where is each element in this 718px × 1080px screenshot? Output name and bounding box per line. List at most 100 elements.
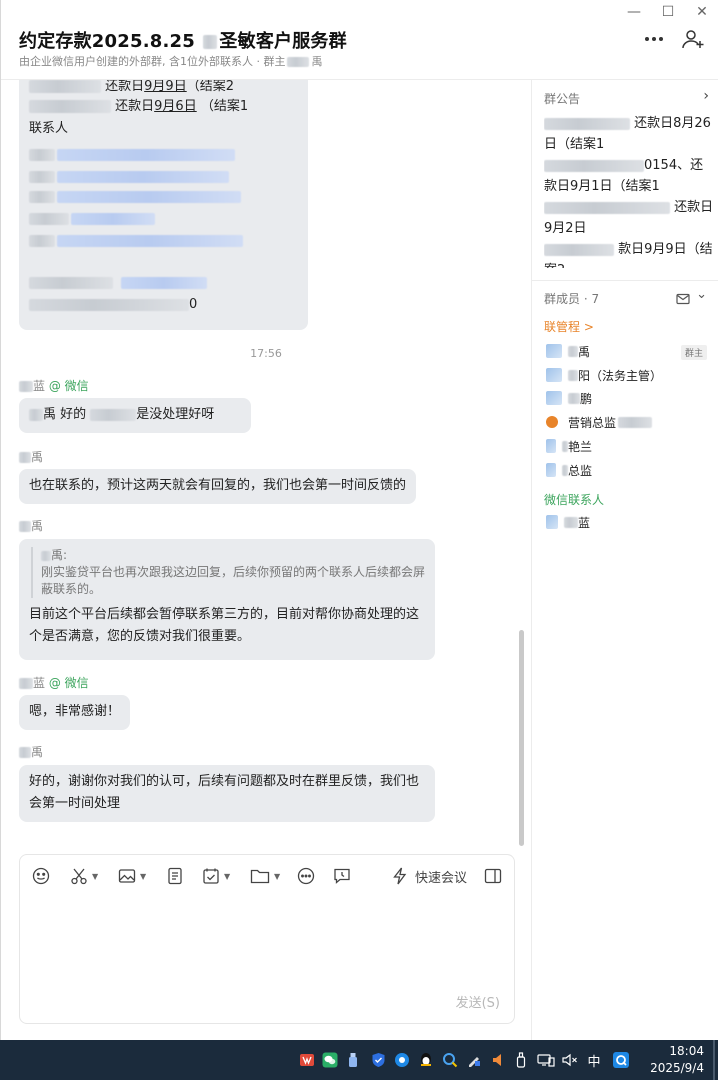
member-item[interactable]: 禹 — [546, 341, 590, 361]
member-item[interactable]: 阳（法务主管） — [546, 365, 662, 385]
member-item[interactable]: 总监 — [546, 460, 592, 480]
message-list[interactable]: 还款日9月9日（结案2 还款日9月6日 （结案1 联系人 0 17:56 蓝 @… — [1, 80, 531, 850]
more-options-button[interactable] — [641, 28, 667, 50]
todo-button[interactable]: ▼ — [202, 863, 230, 889]
wechat-tray-icon[interactable] — [321, 1040, 339, 1080]
system-clock[interactable]: 18:04 2025/9/4 — [650, 1043, 704, 1077]
more-circle-icon — [297, 867, 315, 885]
add-member-button[interactable] — [680, 28, 706, 50]
show-desktop-button[interactable] — [713, 1040, 715, 1080]
speaker-muted-icon[interactable] — [561, 1040, 579, 1080]
emoji-button[interactable] — [32, 863, 50, 889]
toggle-sidebar-button[interactable] — [484, 863, 502, 889]
blurred-name — [562, 440, 568, 452]
members-title[interactable]: 群成员 · 7 — [544, 290, 599, 307]
wechat-source-label: @ 微信 — [48, 676, 89, 690]
pen-tray-icon[interactable] — [465, 1040, 483, 1080]
sender-name[interactable]: 禹 — [19, 448, 43, 465]
message-bubble[interactable]: 也在联系的，预计这两天就会有回复的，我们也会第一时间反馈的 — [19, 469, 416, 504]
message-composer[interactable]: ▼ ▼ ▼ ▼ 快速会议 发送(S) — [19, 854, 515, 1024]
notice-line: 0154、还款日9月1日（结案1 — [544, 155, 714, 197]
qq-tray-icon[interactable] — [417, 1040, 435, 1080]
member-name: 禹 — [578, 344, 591, 359]
usb-tray-icon[interactable] — [345, 1040, 361, 1080]
blurred-name — [564, 516, 578, 528]
document-button[interactable] — [166, 863, 184, 889]
mail-icon[interactable] — [676, 290, 690, 309]
message-bubble[interactable]: 禹 好的 是没处理好呀 — [19, 398, 251, 433]
caret-down-icon[interactable]: ▼ — [224, 872, 230, 881]
notice-line: 还款日9月2日 — [544, 197, 714, 239]
blurred-text — [29, 276, 113, 289]
collapse-chevron-icon[interactable]: ⌄ — [696, 287, 707, 302]
quick-meeting-label: 快速会议 — [415, 870, 468, 886]
search-tray-icon[interactable] — [441, 1040, 459, 1080]
folder-icon — [250, 869, 270, 884]
document-icon — [168, 867, 182, 885]
lianguan-link[interactable]: 联管程 > — [544, 318, 594, 335]
sender-name[interactable]: 蓝 @ 微信 — [19, 674, 89, 691]
checklist-icon — [203, 868, 219, 884]
sender-name[interactable]: 禹 — [19, 743, 43, 760]
message-bubble[interactable]: 好的，谢谢你对我们的认可，后续有问题都及时在群里反馈，我们也会第一时间处理 — [19, 765, 435, 822]
blurred-line — [29, 230, 243, 252]
group-notice-content[interactable]: 还款日8月26日（结案1 0154、还款日9月1日（结案1 还款日9月2日 款日… — [544, 113, 714, 268]
group-info-panel: 群公告 › 还款日8月26日（结案1 0154、还款日9月1日（结案1 还款日9… — [531, 80, 718, 1040]
more-tools-button[interactable] — [297, 863, 315, 889]
owner-badge: 群主 — [680, 345, 707, 360]
chevron-right-icon[interactable]: › — [703, 88, 709, 104]
blurred-name — [19, 678, 33, 689]
send-button[interactable]: 发送(S) — [456, 992, 500, 1011]
ime-indicator[interactable]: 中 — [585, 1040, 603, 1080]
sender-label: 禹 — [31, 519, 44, 533]
volume-app-icon[interactable] — [489, 1040, 507, 1080]
caret-down-icon[interactable]: ▼ — [274, 872, 280, 881]
maximize-button[interactable]: ☐ — [651, 0, 685, 24]
message-bubble[interactable]: 嗯，非常感谢！ — [19, 695, 130, 730]
wechat-contact-item[interactable]: 蓝 — [546, 512, 590, 532]
bubble-text: 好的，谢谢你对我们的认可，后续有问题都及时在群里反馈，我们也会第一时间处理 — [29, 774, 420, 811]
screenshot-button[interactable]: ▼ — [70, 863, 98, 889]
caret-down-icon[interactable]: ▼ — [140, 872, 146, 881]
browser-tray-icon[interactable] — [393, 1040, 411, 1080]
quick-meeting-button[interactable]: 快速会议 — [392, 863, 467, 889]
group-notice-title[interactable]: 群公告 — [544, 90, 580, 107]
shield-icon[interactable] — [369, 1040, 387, 1080]
device-tray-icon[interactable] — [513, 1040, 529, 1080]
app-tray-icon[interactable] — [298, 1040, 316, 1080]
scissors-icon — [71, 868, 87, 885]
member-item[interactable]: 鹏 — [546, 388, 592, 408]
chat-title-suffix: 圣敏客户服务群 — [219, 31, 347, 52]
blurred-line — [29, 144, 235, 166]
message-bubble[interactable]: 还款日9月9日（结案2 还款日9月6日 （结案1 联系人 0 — [19, 80, 308, 330]
network-icon[interactable] — [537, 1040, 555, 1080]
bubble-date-link[interactable]: 9月6日 — [154, 99, 197, 114]
quick-app-icon[interactable] — [610, 1040, 632, 1080]
chat-title-prefix: 约定存款2025.8.25 — [19, 31, 202, 52]
blurred-text — [29, 298, 189, 311]
member-item[interactable]: 营销总监 — [546, 412, 653, 432]
image-button[interactable]: ▼ — [118, 863, 146, 889]
sender-label: 蓝 — [33, 676, 46, 690]
chat-history-button[interactable] — [333, 863, 351, 889]
close-button[interactable]: ✕ — [685, 0, 718, 24]
message-input[interactable] — [32, 897, 504, 987]
chat-scrollbar[interactable] — [519, 630, 524, 846]
sender-name[interactable]: 禹 — [19, 517, 43, 534]
avatar — [546, 439, 556, 453]
sender-name[interactable]: 蓝 @ 微信 — [19, 377, 89, 394]
blurred-name — [287, 57, 310, 67]
caret-down-icon[interactable]: ▼ — [92, 872, 98, 881]
member-name: 营销总监 — [568, 415, 617, 430]
message-bubble[interactable]: 禹: 刚实鉴贷平台也再次跟我这边回复，后续你预留的两个联系人后续都会屏蔽联系的。… — [19, 539, 435, 660]
blurred-phone-link[interactable] — [121, 276, 207, 289]
lightning-icon — [393, 867, 407, 885]
minimize-button[interactable]: — — [617, 0, 651, 24]
bubble-date-link[interactable]: 9月9日 — [144, 80, 187, 94]
avatar — [546, 515, 558, 529]
quoted-message[interactable]: 禹: 刚实鉴贷平台也再次跟我这边回复，后续你预留的两个联系人后续都会屏蔽联系的。 — [31, 547, 425, 598]
file-button[interactable]: ▼ — [250, 863, 280, 889]
quote-text: 刚实鉴贷平台也再次跟我这边回复，后续你预留的两个联系人后续都会屏蔽联系的。 — [41, 565, 426, 596]
member-item[interactable]: 艳兰 — [546, 436, 592, 456]
taskbar: 中 18:04 2025/9/4 — [0, 1040, 718, 1080]
